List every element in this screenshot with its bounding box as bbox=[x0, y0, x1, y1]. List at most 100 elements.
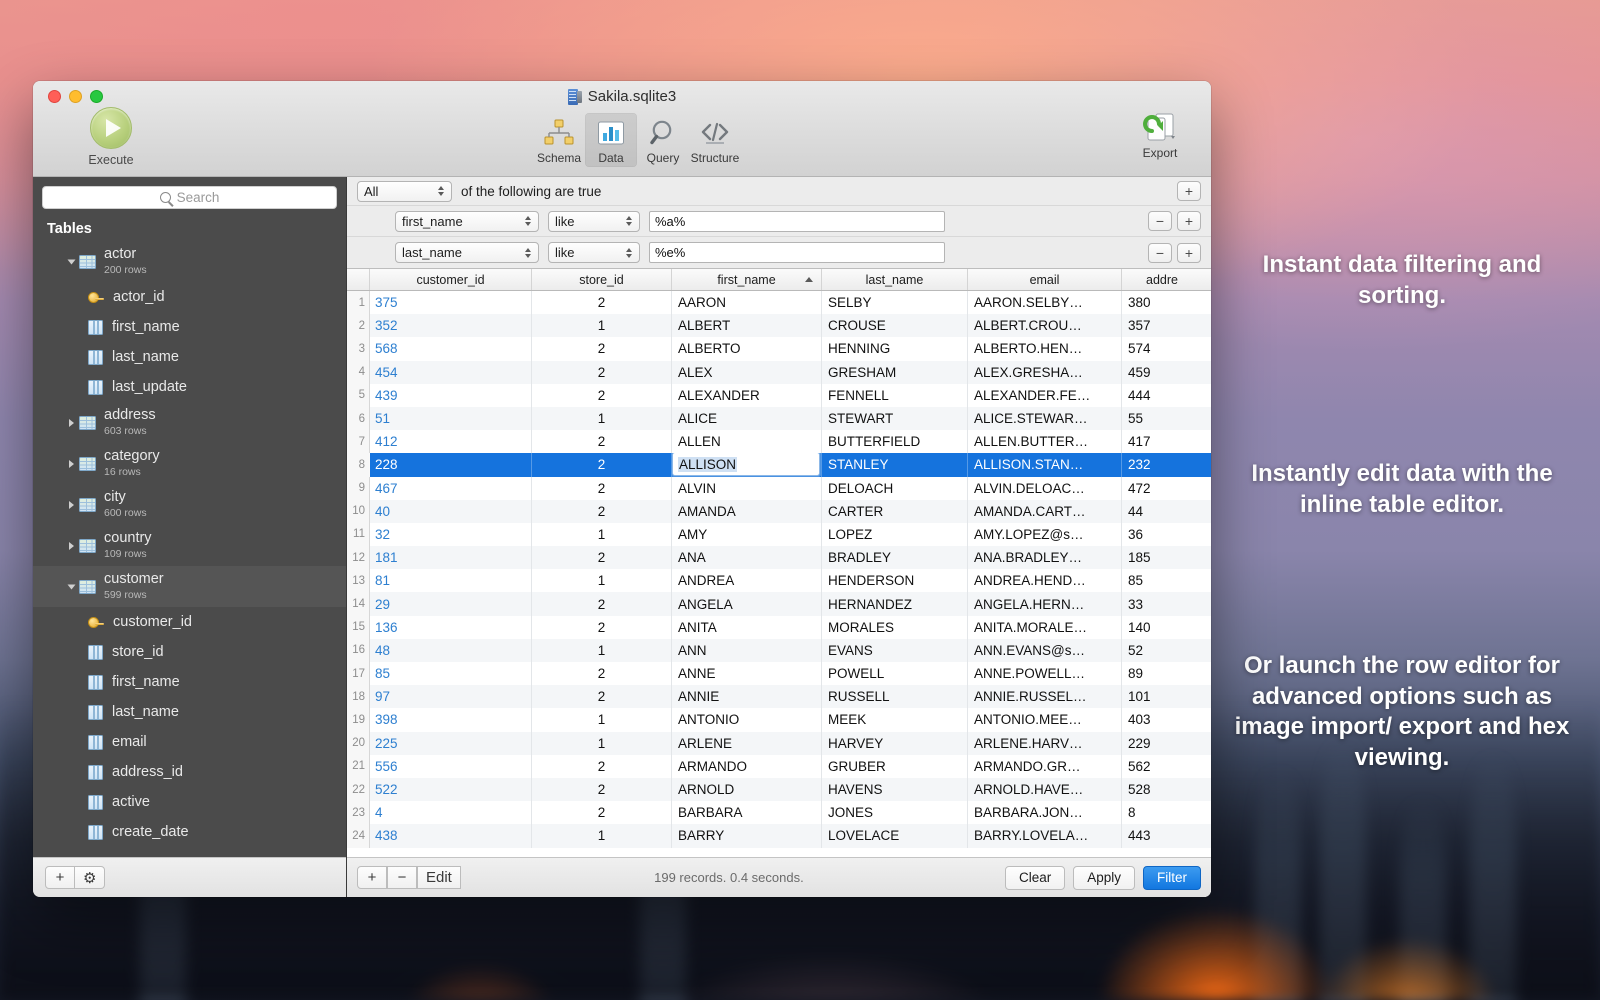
cell-last-name[interactable]: BRADLEY bbox=[822, 546, 968, 569]
cell-email[interactable]: ANGELA.HERN… bbox=[968, 592, 1122, 615]
sidebar-column-actor_id[interactable]: actor_id bbox=[33, 282, 346, 312]
sidebar-table-city[interactable]: city600 rows bbox=[33, 484, 346, 525]
cell-customer-id[interactable]: 32 bbox=[370, 523, 532, 546]
cell-last-name[interactable]: JONES bbox=[822, 801, 968, 824]
cell-last-name[interactable]: GRESHAM bbox=[822, 361, 968, 384]
disclosure-triangle-icon[interactable] bbox=[63, 419, 79, 427]
cell-email[interactable]: AMANDA.CART… bbox=[968, 500, 1122, 523]
cell-customer-id[interactable]: 51 bbox=[370, 407, 532, 430]
cell-last-name[interactable]: HARVEY bbox=[822, 732, 968, 755]
cell-address-id[interactable]: 101 bbox=[1122, 685, 1202, 708]
table-row[interactable]: 215562ARMANDOGRUBERARMANDO.GR…562 bbox=[347, 755, 1211, 778]
cell-last-name[interactable]: GRUBER bbox=[822, 755, 968, 778]
cell-store-id[interactable]: 2 bbox=[532, 755, 672, 778]
table-row[interactable]: 6511ALICESTEWARTALICE.STEWAR…55 bbox=[347, 407, 1211, 430]
cell-first-name[interactable]: ARLENE bbox=[672, 732, 822, 755]
cell-email[interactable]: ANNE.POWELL… bbox=[968, 662, 1122, 685]
cell-email[interactable]: ALBERTO.HEN… bbox=[968, 337, 1122, 360]
filter-value-input-1[interactable]: %a% bbox=[649, 211, 945, 232]
cell-customer-id[interactable]: 522 bbox=[370, 778, 532, 801]
cell-email[interactable]: ANN.EVANS@s… bbox=[968, 639, 1122, 662]
cell-first-name[interactable]: AMY bbox=[672, 523, 822, 546]
table-row[interactable]: 225222ARNOLDHAVENSARNOLD.HAVE…528 bbox=[347, 778, 1211, 801]
cell-first-name[interactable]: ARMANDO bbox=[672, 755, 822, 778]
cell-first-name[interactable]: AARON bbox=[672, 291, 822, 314]
grid-column-header-address_id[interactable]: addre bbox=[1122, 269, 1202, 290]
cell-first-name[interactable]: ANGELA bbox=[672, 592, 822, 615]
cell-address-id[interactable]: 89 bbox=[1122, 662, 1202, 685]
cell-customer-id[interactable]: 556 bbox=[370, 755, 532, 778]
cell-customer-id[interactable]: 398 bbox=[370, 708, 532, 731]
tab-structure[interactable]: Structure bbox=[689, 113, 741, 167]
sidebar-column-last_update[interactable]: last_update bbox=[33, 372, 346, 402]
cell-address-id[interactable]: 229 bbox=[1122, 732, 1202, 755]
cell-store-id[interactable]: 1 bbox=[532, 569, 672, 592]
cell-first-name[interactable]: ALEX bbox=[672, 361, 822, 384]
cell-email[interactable]: ANTONIO.MEE… bbox=[968, 708, 1122, 731]
cell-customer-id[interactable]: 228 bbox=[370, 453, 532, 476]
cell-customer-id[interactable]: 225 bbox=[370, 732, 532, 755]
cell-email[interactable]: ARLENE.HARV… bbox=[968, 732, 1122, 755]
add-filter-group-button[interactable]: + bbox=[1177, 181, 1201, 201]
sidebar-column-last_name[interactable]: last_name bbox=[33, 697, 346, 727]
cell-first-name[interactable]: ALBERT bbox=[672, 314, 822, 337]
cell-store-id[interactable]: 2 bbox=[532, 616, 672, 639]
add-filter-button-1[interactable]: + bbox=[1177, 211, 1201, 231]
cell-customer-id[interactable]: 467 bbox=[370, 477, 532, 500]
cell-store-id[interactable]: 2 bbox=[532, 361, 672, 384]
cell-address-id[interactable]: 55 bbox=[1122, 407, 1202, 430]
cell-address-id[interactable]: 403 bbox=[1122, 708, 1202, 731]
cell-email[interactable]: ALEX.GRESHA… bbox=[968, 361, 1122, 384]
table-row[interactable]: 82282ALLISONSTANLEYALLISON.STAN…232 bbox=[347, 453, 1211, 476]
table-row[interactable]: 35682ALBERTOHENNINGALBERTO.HEN…574 bbox=[347, 337, 1211, 360]
cell-customer-id[interactable]: 181 bbox=[370, 546, 532, 569]
cell-store-id[interactable]: 2 bbox=[532, 685, 672, 708]
tab-data[interactable]: Data bbox=[585, 113, 637, 167]
cell-customer-id[interactable]: 40 bbox=[370, 500, 532, 523]
cell-store-id[interactable]: 1 bbox=[532, 523, 672, 546]
cell-email[interactable]: ALVIN.DELOAC… bbox=[968, 477, 1122, 500]
table-row[interactable]: 13752AARONSELBYAARON.SELBY…380 bbox=[347, 291, 1211, 314]
cell-address-id[interactable]: 44 bbox=[1122, 500, 1202, 523]
cell-last-name[interactable]: STEWART bbox=[822, 407, 968, 430]
cell-last-name[interactable]: CARTER bbox=[822, 500, 968, 523]
cell-address-id[interactable]: 33 bbox=[1122, 592, 1202, 615]
cell-first-name[interactable]: ANDREA bbox=[672, 569, 822, 592]
gear-icon[interactable]: ⚙ bbox=[75, 866, 105, 889]
tab-query[interactable]: Query bbox=[637, 113, 689, 167]
cell-customer-id[interactable]: 29 bbox=[370, 592, 532, 615]
table-row[interactable]: 121812ANABRADLEYANA.BRADLEY…185 bbox=[347, 546, 1211, 569]
filter-field-select-1[interactable]: first_name bbox=[395, 211, 539, 232]
apply-button[interactable]: Apply bbox=[1073, 866, 1135, 890]
cell-customer-id[interactable]: 412 bbox=[370, 430, 532, 453]
cell-first-name[interactable]: ANA bbox=[672, 546, 822, 569]
cell-store-id[interactable]: 2 bbox=[532, 801, 672, 824]
cell-email[interactable]: ALLISON.STAN… bbox=[968, 453, 1122, 476]
cell-store-id[interactable]: 2 bbox=[532, 592, 672, 615]
cell-store-id[interactable]: 2 bbox=[532, 453, 672, 476]
cell-first-name[interactable]: ANNIE bbox=[672, 685, 822, 708]
table-row[interactable]: 54392ALEXANDERFENNELLALEXANDER.FE…444 bbox=[347, 384, 1211, 407]
execute-button[interactable]: Execute bbox=[81, 107, 141, 167]
grid-column-header-first_name[interactable]: first_name bbox=[672, 269, 822, 290]
cell-store-id[interactable]: 2 bbox=[532, 384, 672, 407]
cell-first-name[interactable]: ALVIN bbox=[672, 477, 822, 500]
cell-first-name[interactable]: ALLEN bbox=[672, 430, 822, 453]
search-input[interactable]: Search bbox=[42, 186, 337, 209]
cell-address-id[interactable]: 185 bbox=[1122, 546, 1202, 569]
disclosure-triangle-icon[interactable] bbox=[63, 542, 79, 550]
cell-address-id[interactable]: 459 bbox=[1122, 361, 1202, 384]
cell-email[interactable]: ALICE.STEWAR… bbox=[968, 407, 1122, 430]
cell-store-id[interactable]: 2 bbox=[532, 546, 672, 569]
cell-email[interactable]: ARMANDO.GR… bbox=[968, 755, 1122, 778]
cell-first-name[interactable]: BARBARA bbox=[672, 801, 822, 824]
cell-email[interactable]: AMY.LOPEZ@s… bbox=[968, 523, 1122, 546]
cell-address-id[interactable]: 140 bbox=[1122, 616, 1202, 639]
cell-customer-id[interactable]: 48 bbox=[370, 639, 532, 662]
sidebar-table-actor[interactable]: actor200 rows bbox=[33, 241, 346, 282]
cell-store-id[interactable]: 2 bbox=[532, 662, 672, 685]
cell-first-name[interactable]: ANNE bbox=[672, 662, 822, 685]
cell-customer-id[interactable]: 375 bbox=[370, 291, 532, 314]
cell-last-name[interactable]: EVANS bbox=[822, 639, 968, 662]
cell-store-id[interactable]: 1 bbox=[532, 407, 672, 430]
